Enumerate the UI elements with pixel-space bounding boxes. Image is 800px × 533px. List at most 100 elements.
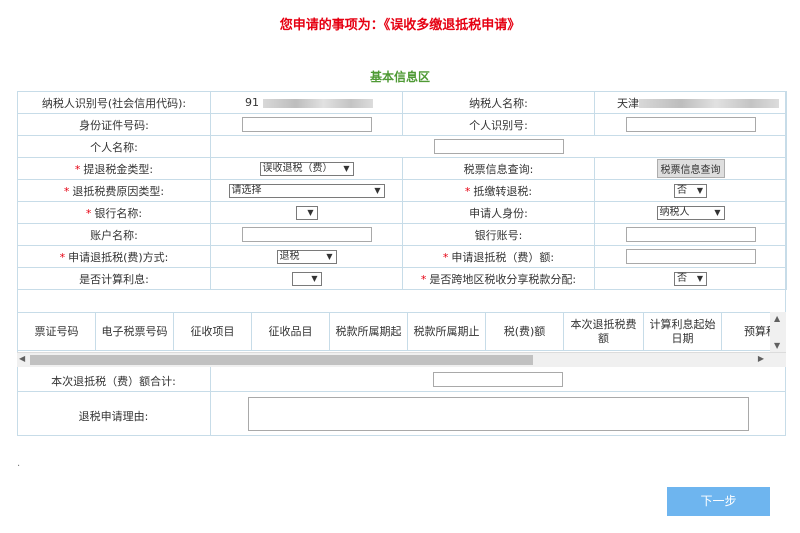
interest-select[interactable]: ▼ (291, 271, 322, 286)
reason-label: 退税申请理由: (78, 410, 149, 423)
table-row: 票证号码 电子税票号码 征收项目 征收品目 税款所属期起 税款所属期止 税(费)… (17, 312, 786, 351)
total-label: 本次退抵税（费）额合计: (51, 375, 176, 388)
id-doc-input[interactable] (241, 117, 372, 132)
id-doc-cell (210, 113, 403, 136)
applicant-identity-select[interactable]: 纳税人 ▼ (656, 205, 725, 220)
personal-name-cell (210, 135, 787, 158)
invoice-query-cell: 税票信息查询 (594, 157, 787, 180)
chevron-down-icon[interactable]: ▼ (774, 341, 780, 350)
table-row: * 提退税金类型: 误收退税（费） ▼ 税票信息查询: 税票信息查询 (17, 157, 787, 180)
refund-type-cell: 误收退税（费） ▼ (210, 157, 403, 180)
chevron-down-icon: ▼ (696, 273, 703, 283)
refund-type-label-cell: * 提退税金类型: (17, 157, 211, 180)
taxpayer-id-label: 纳税人识别号(社会信用代码): (17, 91, 211, 114)
redacted-text (639, 99, 779, 108)
chevron-down-icon: ▼ (307, 207, 314, 217)
chevron-down-icon: ▼ (714, 207, 721, 217)
chevron-down-icon: ▼ (326, 251, 333, 261)
offset-value: 否 (677, 184, 687, 196)
refund-method-value: 退税 (279, 250, 300, 262)
bank-account-label: 银行账号: (402, 223, 595, 246)
column-header: 税(费)额 (485, 312, 564, 351)
cross-region-label: 是否跨地区税收分享税款分配: (429, 272, 577, 286)
reason-type-label: 退抵税费原因类型: (72, 184, 165, 198)
required-mark: * (59, 250, 66, 264)
offset-cell: 否 ▼ (594, 179, 787, 202)
refund-method-label-cell: * 申请退抵税(费)方式: (17, 245, 211, 268)
interest-cell: ▼ (210, 267, 403, 290)
horizontal-scrollbar[interactable]: ◀ ▶ (17, 352, 786, 367)
refund-amount-input[interactable] (625, 249, 756, 264)
cross-region-label-cell: * 是否跨地区税收分享税款分配: (402, 267, 595, 290)
column-header: 本次退抵税费额 (563, 312, 644, 351)
column-header: 电子税票号码 (95, 312, 174, 351)
invoice-grid[interactable]: 票证号码 电子税票号码 征收项目 征收品目 税款所属期起 税款所属期止 税(费)… (17, 312, 786, 352)
required-mark: * (420, 272, 427, 286)
basic-info-table: 纳税人识别号(社会信用代码): 91 纳税人名称: 天津 身份证件号码: 个人识… (17, 91, 787, 290)
offset-label: 抵缴转退税: (473, 184, 533, 198)
table-row: 身份证件号码: 个人识别号: (17, 113, 787, 136)
column-header: 征收品目 (251, 312, 330, 351)
column-header: 票证号码 (17, 312, 96, 351)
refund-type-value: 误收退税（费） (262, 162, 333, 174)
bank-name-cell: ▼ (210, 201, 403, 224)
reason-type-cell: 请选择 ▼ (210, 179, 403, 202)
refund-type-label: 提退税金类型: (83, 162, 154, 176)
refund-method-select[interactable]: 退税 ▼ (276, 249, 337, 264)
personal-name-input[interactable] (433, 139, 564, 154)
chevron-down-icon: ▼ (343, 163, 350, 173)
page-title: 您申请的事项为：《误收多缴退抵税申请》 (279, 18, 521, 33)
personal-id-cell (594, 113, 787, 136)
required-mark: * (74, 162, 81, 176)
applicant-identity-value: 纳税人 (659, 206, 690, 218)
id-doc-label: 身份证件号码: (17, 113, 211, 136)
reason-type-label-cell: * 退抵税费原因类型: (17, 179, 211, 202)
bank-name-select[interactable]: ▼ (295, 205, 318, 220)
bank-account-input[interactable] (625, 227, 756, 242)
applicant-identity-label: 申请人身份: (402, 201, 595, 224)
divider (210, 367, 211, 391)
cross-region-value: 否 (677, 272, 687, 284)
account-name-label: 账户名称: (17, 223, 211, 246)
offset-select[interactable]: 否 ▼ (674, 183, 707, 198)
required-mark: * (63, 184, 70, 198)
refund-method-cell: 退税 ▼ (210, 245, 403, 268)
chevron-left-icon[interactable]: ◀ (19, 354, 25, 363)
cross-region-cell: 否 ▼ (594, 267, 787, 290)
redacted-text (263, 98, 373, 108)
refund-method-label: 申请退抵税(费)方式: (68, 250, 169, 264)
total-input[interactable] (433, 372, 563, 387)
column-header: 征收项目 (173, 312, 252, 351)
personal-id-input[interactable] (625, 117, 756, 132)
reason-textarea[interactable] (248, 397, 749, 431)
chevron-right-icon[interactable]: ▶ (758, 354, 764, 363)
section-title: 基本信息区 (369, 70, 430, 84)
bank-account-cell (594, 223, 787, 246)
scrollbar-thumb[interactable] (30, 355, 533, 365)
reason-type-select[interactable]: 请选择 ▼ (228, 183, 385, 198)
table-row: 个人名称: (17, 135, 787, 158)
cross-region-select[interactable]: 否 ▼ (674, 271, 707, 286)
personal-id-label: 个人识别号: (402, 113, 595, 136)
table-row: 是否计算利息: ▼ * 是否跨地区税收分享税款分配: 否 ▼ (17, 267, 787, 290)
refund-amount-label-cell: * 申请退抵税（费）额: (402, 245, 595, 268)
invoice-query-label: 税票信息查询: (402, 157, 595, 180)
taxpayer-name-label: 纳税人名称: (402, 91, 595, 114)
column-header: 税款所属期起 (329, 312, 408, 351)
refund-type-select[interactable]: 误收退税（费） ▼ (259, 161, 354, 176)
chevron-up-icon[interactable]: ▲ (774, 314, 780, 323)
divider (210, 391, 211, 436)
required-mark: * (442, 250, 449, 264)
invoice-query-button[interactable]: 税票信息查询 (656, 159, 725, 178)
refund-amount-cell (594, 245, 787, 268)
table-row: * 银行名称: ▼ 申请人身份: 纳税人 ▼ (17, 201, 787, 224)
account-name-input[interactable] (241, 227, 372, 242)
table-row: * 申请退抵税(费)方式: 退税 ▼ * 申请退抵税（费）额: (17, 245, 787, 268)
taxpayer-name-value: 天津 (594, 91, 787, 114)
next-step-button[interactable]: 下一步 (667, 487, 770, 516)
vertical-scrollbar[interactable]: ▲ ▼ (770, 312, 786, 352)
bank-name-label-cell: * 银行名称: (17, 201, 211, 224)
interest-label: 是否计算利息: (17, 267, 211, 290)
bank-name-label: 银行名称: (94, 206, 143, 220)
total-row: 本次退抵税（费）额合计: (17, 367, 786, 392)
